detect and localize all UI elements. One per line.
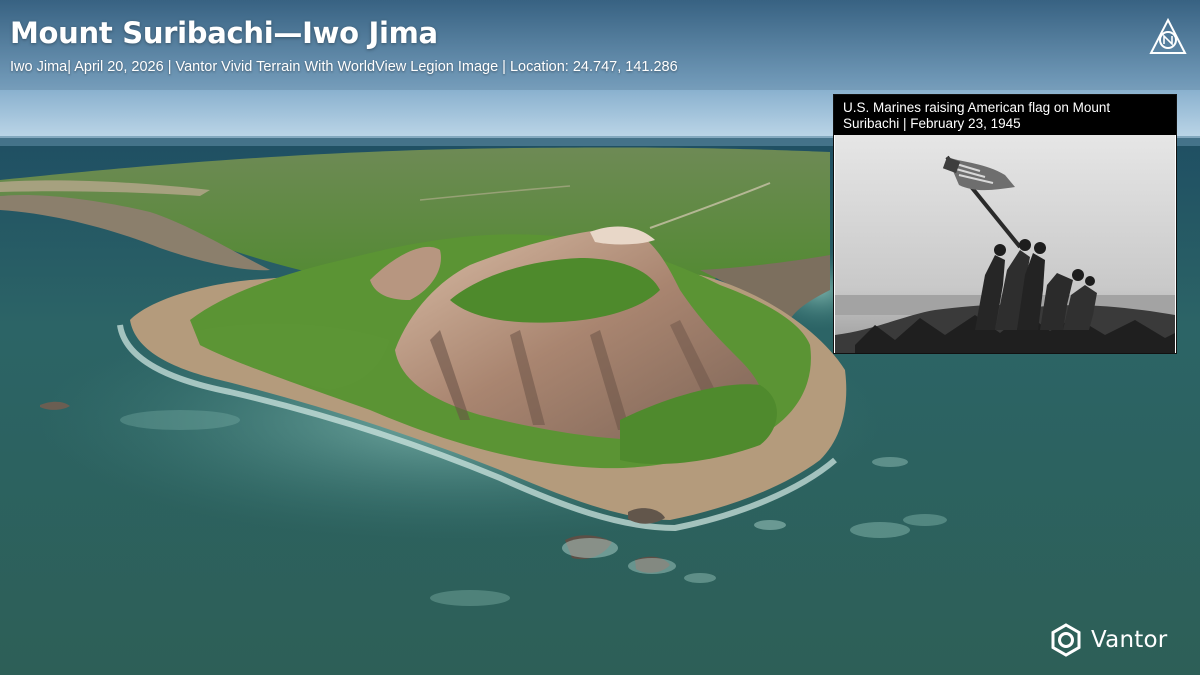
vantor-logo-text: Vantor — [1091, 627, 1168, 653]
inset-caption: U.S. Marines raising American flag on Mo… — [834, 95, 1176, 135]
page-title: Mount Suribachi—Iwo Jima — [10, 16, 438, 50]
image-metadata-subtitle: Iwo Jima| April 20, 2026 | Vantor Vivid … — [10, 59, 678, 75]
flag-raising-photo — [835, 135, 1175, 353]
compass-brand-icon — [1147, 17, 1189, 59]
historical-photo-inset: U.S. Marines raising American flag on Mo… — [833, 94, 1177, 354]
vantor-logo-icon — [1051, 623, 1081, 657]
vantor-logo: Vantor — [1048, 622, 1167, 658]
